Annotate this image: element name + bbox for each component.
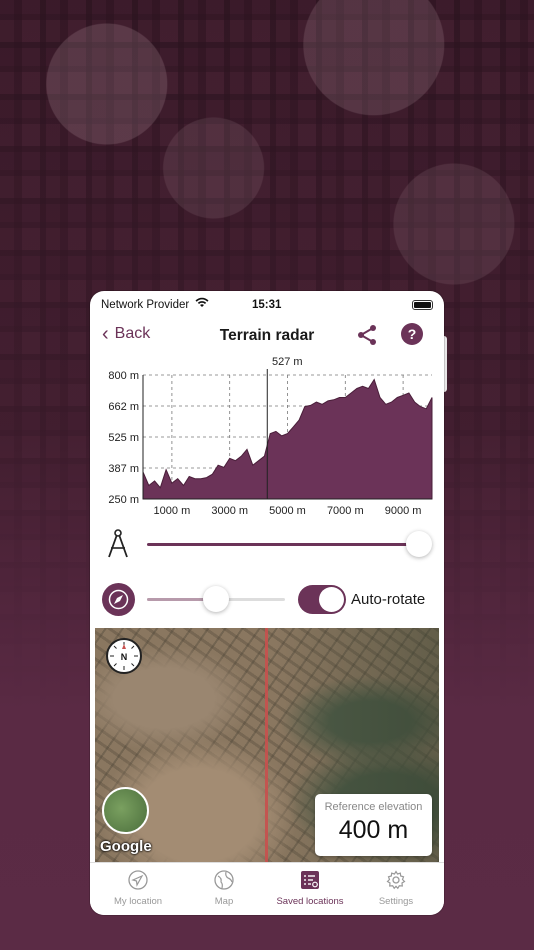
rotation-slider-thumb[interactable] [203, 586, 229, 612]
x-tick-label: 9000 m [385, 505, 422, 517]
x-tick-label: 5000 m [269, 505, 306, 517]
wifi-icon [195, 297, 209, 311]
network-provider: Network Provider [101, 299, 190, 311]
x-tick-label: 3000 m [211, 505, 248, 517]
x-tick-label: 7000 m [327, 505, 364, 517]
map-type-thumbnail[interactable] [102, 787, 149, 834]
tab-map[interactable]: Map [181, 863, 267, 915]
page-title: Terrain radar [219, 327, 315, 344]
tab-label: Saved locations [276, 896, 344, 907]
phone-screen: Network Provider 15:31 ‹ Back Terrain ra… [90, 291, 444, 915]
distance-slider-thumb[interactable] [406, 531, 432, 557]
y-tick-label: 662 m [108, 401, 139, 413]
clock: 15:31 [252, 299, 282, 311]
battery-icon [412, 300, 433, 310]
divider-compass-icon [105, 528, 131, 565]
globe-icon [214, 870, 234, 890]
y-tick-label: 800 m [108, 370, 139, 382]
tab-label: Settings [378, 896, 414, 907]
gear-icon [386, 870, 406, 890]
nav-bar: ‹ Back Terrain radar ? [90, 321, 444, 351]
radar-line [265, 628, 268, 862]
reference-elevation-value: 400 m [338, 816, 409, 844]
list-icon [301, 871, 319, 889]
location-arrow-icon [128, 870, 148, 890]
distance-slider-row [90, 528, 444, 562]
y-tick-label: 387 m [108, 463, 139, 475]
tab-settings[interactable]: Settings [353, 863, 439, 915]
google-logo: Google [100, 838, 152, 855]
satellite-map[interactable]: N Google Reference elevation 400 m [95, 628, 439, 862]
elevation-area [142, 378, 433, 500]
position-marker-label: 527 m [272, 356, 303, 368]
reference-elevation-label: Reference elevation [324, 801, 423, 813]
distance-slider-track[interactable] [147, 543, 419, 546]
tab-bar: My location Map Saved locations Settings [90, 862, 444, 915]
status-bar: Network Provider 15:31 [90, 291, 444, 317]
auto-rotate-toggle[interactable] [298, 585, 346, 614]
share-icon[interactable] [355, 323, 379, 347]
north-compass-icon[interactable]: N [106, 638, 142, 674]
x-tick-label: 1000 m [154, 505, 191, 517]
tab-label: My location [113, 896, 163, 907]
y-tick-label: 525 m [108, 432, 139, 444]
auto-rotate-label: Auto-rotate [351, 591, 426, 608]
help-button[interactable]: ? [401, 323, 423, 345]
reference-elevation-box[interactable]: Reference elevation 400 m [315, 794, 432, 856]
north-label: N [121, 652, 128, 662]
elevation-chart: 800 m 662 m 525 m 387 m 250 m 1000 m 3000 m 500… [108, 356, 433, 517]
tab-label: Map [214, 896, 234, 907]
tab-my-location[interactable]: My location [95, 863, 181, 915]
tab-saved-locations[interactable]: Saved locations [267, 863, 353, 915]
y-tick-label: 250 m [108, 494, 139, 506]
